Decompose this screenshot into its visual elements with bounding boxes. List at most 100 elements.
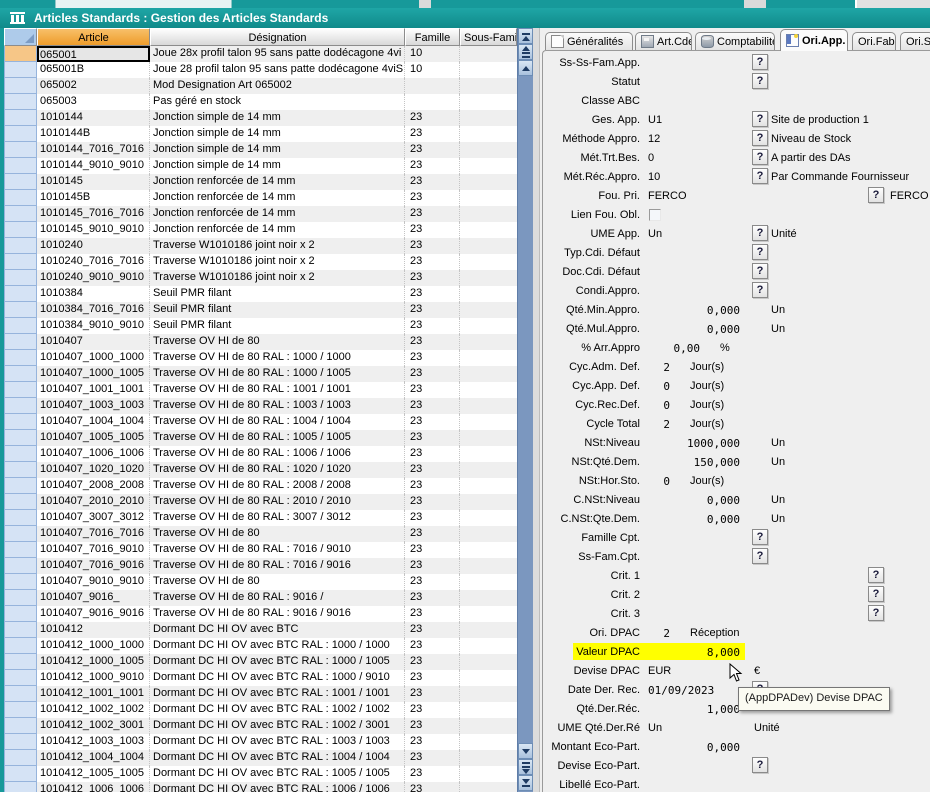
cell-designation[interactable]: Jonction simple de 14 mm [150,126,405,142]
row-selector-cell[interactable] [4,254,37,270]
cell-article[interactable]: 1010144_7016_7016 [37,142,150,158]
cell-designation[interactable]: Joue 28x profil talon 95 sans patte dodé… [150,46,405,62]
column-header-designation[interactable]: Désignation [150,28,405,46]
row-selector-cell[interactable] [4,478,37,494]
cell-sous-famille[interactable] [460,222,517,238]
cell-designation[interactable]: Traverse OV HI de 80 RAL : 7016 / 9010 [150,542,405,558]
row-selector-cell[interactable] [4,414,37,430]
cell-famille[interactable]: 23 [405,526,460,542]
cell-famille[interactable]: 23 [405,302,460,318]
table-row[interactable]: 1010412_1001_1001Dormant DC HI OV avec B… [4,686,517,702]
help-button[interactable]: ? [868,187,884,203]
table-row[interactable]: 1010407_1005_1005Traverse OV HI de 80 RA… [4,430,517,446]
cell-designation[interactable]: Jonction simple de 14 mm [150,158,405,174]
table-row[interactable]: 1010407_1000_1005Traverse OV HI de 80 RA… [4,366,517,382]
cell-article[interactable]: 1010407_7016_9010 [37,542,150,558]
cell-designation[interactable]: Dormant DC HI OV avec BTC RAL : 1004 / 1… [150,750,405,766]
cell-sous-famille[interactable] [460,702,517,718]
cell-famille[interactable]: 23 [405,334,460,350]
table-row[interactable]: 1010407_1020_1020Traverse OV HI de 80 RA… [4,462,517,478]
field-value[interactable]: 10 [648,169,660,186]
help-button[interactable]: ? [752,244,768,260]
cell-famille[interactable]: 23 [405,318,460,334]
cell-famille[interactable]: 23 [405,126,460,142]
cell-article[interactable]: 1010407_7016_9016 [37,558,150,574]
row-selector-cell[interactable] [4,526,37,542]
field-value[interactable]: 2 [638,359,670,376]
scroll-up-button[interactable] [518,60,533,76]
cell-sous-famille[interactable] [460,606,517,622]
cell-sous-famille[interactable] [460,126,517,142]
cell-sous-famille[interactable] [460,158,517,174]
row-selector-cell[interactable] [4,334,37,350]
help-button[interactable]: ? [752,282,768,298]
cell-famille[interactable]: 23 [405,654,460,670]
table-row[interactable]: 1010407_9016_9016Traverse OV HI de 80 RA… [4,606,517,622]
cell-article[interactable]: 1010384 [37,286,150,302]
cell-designation[interactable]: Dormant DC HI OV avec BTC RAL : 1000 / 1… [150,638,405,654]
cell-article[interactable]: 1010407_1000_1000 [37,350,150,366]
cell-sous-famille[interactable] [460,366,517,382]
cell-sous-famille[interactable] [460,414,517,430]
cell-designation[interactable]: Jonction simple de 14 mm [150,142,405,158]
field-value[interactable]: 0,00 [593,340,700,357]
table-row[interactable]: 1010144Jonction simple de 14 mm23 [4,110,517,126]
cell-article[interactable]: 1010412_1000_1000 [37,638,150,654]
cell-article[interactable]: 1010145B [37,190,150,206]
cell-sous-famille[interactable] [460,270,517,286]
cell-famille[interactable]: 23 [405,574,460,590]
table-row[interactable]: 1010384_7016_7016Seuil PMR filant23 [4,302,517,318]
cell-famille[interactable]: 23 [405,446,460,462]
cell-article[interactable]: 065003 [37,94,150,110]
column-header-sous-famille[interactable]: Sous-Famil [460,28,517,46]
row-selector-cell[interactable] [4,142,37,158]
cell-famille[interactable] [405,78,460,94]
row-selector-cell[interactable] [4,270,37,286]
row-selector-cell[interactable] [4,46,37,62]
cell-designation[interactable]: Traverse OV HI de 80 RAL : 2008 / 2008 [150,478,405,494]
cell-designation[interactable]: Traverse OV HI de 80 [150,574,405,590]
row-selector-cell[interactable] [4,750,37,766]
cell-article[interactable]: 1010407_2008_2008 [37,478,150,494]
table-row[interactable]: 1010412_1003_1003Dormant DC HI OV avec B… [4,734,517,750]
row-selector-cell[interactable] [4,510,37,526]
cell-designation[interactable]: Dormant DC HI OV avec BTC RAL : 1002 / 3… [150,718,405,734]
row-selector-cell[interactable] [4,654,37,670]
row-selector-cell[interactable] [4,446,37,462]
row-selector-cell[interactable] [4,302,37,318]
cell-designation[interactable]: Dormant DC HI OV avec BTC RAL : 1000 / 1… [150,654,405,670]
cell-famille[interactable]: 23 [405,622,460,638]
table-row[interactable]: 1010407_1003_1003Traverse OV HI de 80 RA… [4,398,517,414]
table-row[interactable]: 1010144BJonction simple de 14 mm23 [4,126,517,142]
cell-article[interactable]: 1010412 [37,622,150,638]
cell-article[interactable]: 1010407_9010_9010 [37,574,150,590]
cell-famille[interactable]: 23 [405,670,460,686]
cell-article[interactable]: 1010407_2010_2010 [37,494,150,510]
row-selector-cell[interactable] [4,350,37,366]
cell-sous-famille[interactable] [460,782,517,792]
cell-designation[interactable]: Dormant DC HI OV avec BTC RAL : 1000 / 9… [150,670,405,686]
cell-sous-famille[interactable] [460,558,517,574]
table-row[interactable]: 1010412_1002_1002Dormant DC HI OV avec B… [4,702,517,718]
cell-designation[interactable]: Seuil PMR filant [150,302,405,318]
table-row[interactable]: 1010240Traverse W1010186 joint noir x 22… [4,238,517,254]
cell-article[interactable]: 1010412_1000_1005 [37,654,150,670]
row-selector-cell[interactable] [4,622,37,638]
cell-designation[interactable]: Traverse OV HI de 80 [150,526,405,542]
cell-designation[interactable]: Traverse OV HI de 80 RAL : 1001 / 1001 [150,382,405,398]
cell-designation[interactable]: Pas géré en stock [150,94,405,110]
help-button[interactable]: ? [752,111,768,127]
select-all-corner[interactable] [4,28,37,46]
cell-famille[interactable]: 23 [405,238,460,254]
cell-designation[interactable]: Traverse OV HI de 80 RAL : 1005 / 1005 [150,430,405,446]
cell-designation[interactable]: Jonction renforcée de 14 mm [150,222,405,238]
cell-designation[interactable]: Dormant DC HI OV avec BTC [150,622,405,638]
table-row[interactable]: 1010412_1000_1005Dormant DC HI OV avec B… [4,654,517,670]
window-titlebar[interactable]: Articles Standards : Gestion des Article… [0,8,930,28]
cell-sous-famille[interactable] [460,110,517,126]
cell-sous-famille[interactable] [460,654,517,670]
cell-sous-famille[interactable] [460,382,517,398]
cell-article[interactable]: 1010407_1001_1001 [37,382,150,398]
cell-sous-famille[interactable] [460,206,517,222]
row-selector-cell[interactable] [4,286,37,302]
